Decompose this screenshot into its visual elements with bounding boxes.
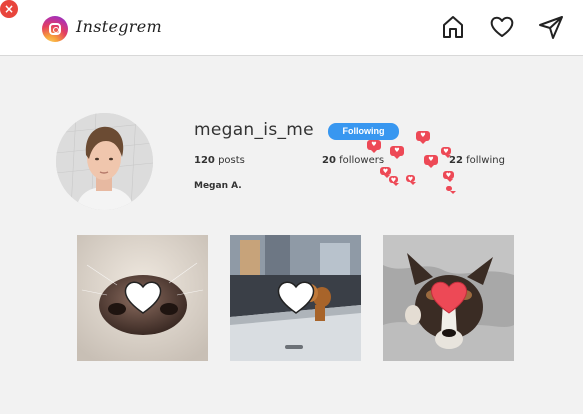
notification-bubble-icon: ♥ — [406, 175, 416, 185]
close-icon[interactable]: × — [0, 0, 18, 18]
following-count: 22 — [449, 155, 463, 166]
followers-count: 20 — [322, 155, 336, 166]
posts-stat[interactable]: 120 posts — [194, 155, 245, 166]
notification-bubble-icon: ♥ — [416, 131, 430, 144]
notification-bubble-icon: ♥ — [424, 155, 438, 168]
notification-bubble-icon: ♥ — [390, 146, 404, 159]
notification-bubble-icon: ♥ — [441, 147, 451, 158]
posts-count: 120 — [194, 155, 215, 166]
home-icon[interactable] — [440, 14, 466, 40]
full-name: Megan A. — [194, 181, 242, 191]
following-stat[interactable]: 22 follwing — [449, 155, 505, 166]
notification-bubble-icon: ♥ — [380, 167, 391, 178]
heart-icon[interactable] — [276, 279, 316, 315]
notification-bubble-icon — [446, 186, 456, 194]
followers-label: followers — [339, 155, 385, 166]
post-thumbnail[interactable] — [230, 235, 361, 361]
following-button[interactable]: Following — [328, 123, 399, 140]
post-thumbnail[interactable] — [383, 235, 514, 361]
posts-label: posts — [218, 155, 245, 166]
notification-bubble-icon: ♥ — [389, 176, 399, 186]
notification-bubble-icon: ♥ — [443, 171, 454, 182]
avatar[interactable] — [56, 113, 153, 210]
app-window: × Instegrem megan_is_me Following 120 po… — [0, 0, 583, 414]
heart-icon[interactable] — [429, 279, 469, 315]
heart-icon[interactable] — [489, 14, 515, 40]
send-icon[interactable] — [538, 14, 564, 40]
username: megan_is_me — [194, 120, 314, 140]
post-thumbnail[interactable] — [77, 235, 208, 361]
instagram-logo-icon[interactable] — [42, 16, 68, 42]
notification-bubble-icon: ♥ — [367, 140, 381, 153]
followers-stat[interactable]: 20 followers — [322, 155, 384, 166]
heart-icon[interactable] — [123, 279, 163, 315]
top-bar: × Instegrem — [0, 0, 583, 56]
brand-name: Instegrem — [76, 17, 162, 36]
following-label: follwing — [466, 155, 505, 166]
